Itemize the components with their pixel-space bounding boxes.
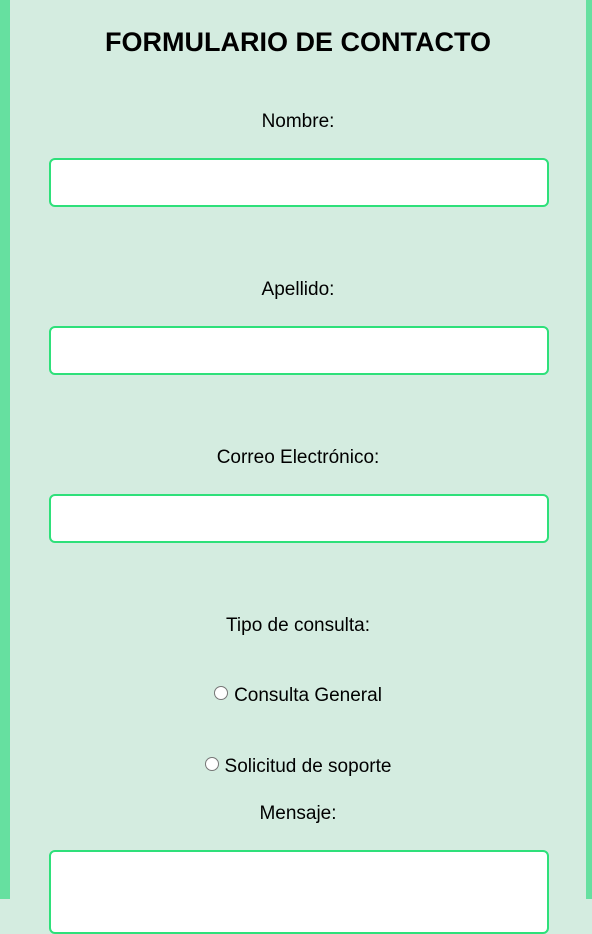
nombre-label: Nombre: [261, 111, 335, 132]
left-border-stripe [0, 0, 10, 899]
mensaje-textarea[interactable] [49, 850, 549, 934]
mensaje-label: Mensaje: [259, 803, 337, 824]
radio-label: Consulta General [234, 685, 382, 706]
apellido-input[interactable] [49, 326, 549, 375]
radio-solicitud-soporte[interactable]: Solicitud de soporte [10, 756, 586, 778]
tipo-consulta-label: Tipo de consulta: [226, 615, 370, 636]
radio-button[interactable] [204, 757, 219, 771]
nombre-input[interactable] [49, 158, 549, 207]
right-border-stripe [586, 0, 592, 899]
radio-consulta-general[interactable]: Consulta General [10, 685, 586, 707]
correo-input[interactable] [49, 494, 549, 543]
radio-label: Solicitud de soporte [224, 756, 392, 777]
radio-button[interactable] [214, 686, 229, 700]
apellido-label: Apellido: [261, 279, 335, 300]
page-title: FORMULARIO DE CONTACTO [105, 27, 491, 57]
correo-label: Correo Electrónico: [216, 447, 380, 468]
